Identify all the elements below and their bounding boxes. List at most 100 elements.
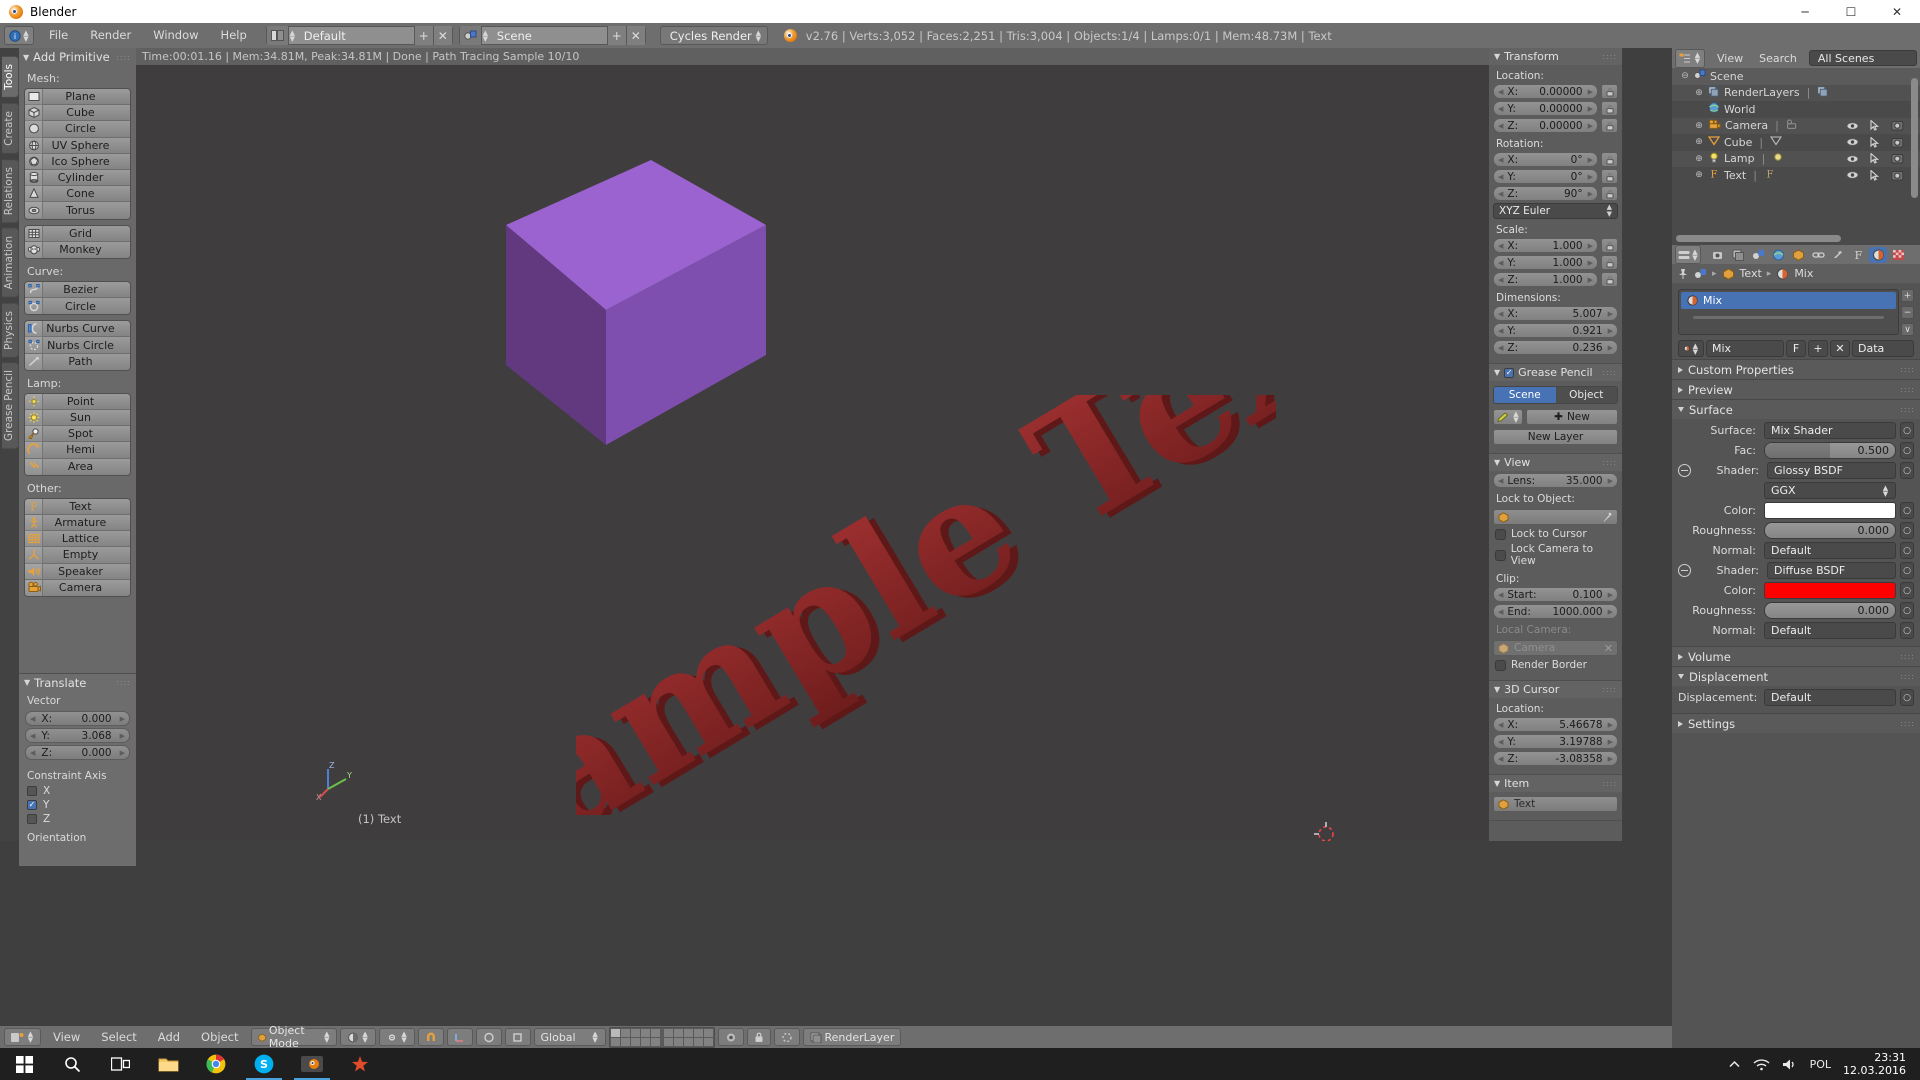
layer-cell[interactable]: [640, 1028, 650, 1037]
scene-layers-grid[interactable]: [608, 1026, 715, 1048]
gp-tab-object[interactable]: Object: [1555, 387, 1617, 403]
link-socket-button[interactable]: ○: [1900, 502, 1914, 519]
increment-arrow-icon[interactable]: ▶: [120, 732, 125, 740]
outliner-row-cube[interactable]: ⊕ Cube |: [1672, 134, 1920, 151]
checkbox-icon[interactable]: [1495, 549, 1506, 561]
editor-type-selector[interactable]: i ▲ ▼: [4, 26, 34, 45]
preview-header[interactable]: Preview ::::: [1672, 380, 1920, 399]
render-engine-dropdown[interactable]: Cycles Render ▲ ▼: [659, 26, 768, 45]
lock-toggle-button[interactable]: [1601, 118, 1618, 133]
clip-start-field[interactable]: ◀ Start: 0.100 ▶: [1493, 587, 1618, 602]
add-cube-button[interactable]: Cube: [25, 104, 130, 122]
tab-material[interactable]: [1869, 246, 1887, 263]
outliner-row-camera[interactable]: ⊕ Camera |: [1672, 117, 1920, 134]
tool-tab-grease-pencil[interactable]: Grease Pencil: [2, 362, 19, 450]
link-socket-button[interactable]: ○: [1900, 462, 1914, 479]
tab-font[interactable]: F: [1849, 247, 1867, 263]
grease-pencil-panel-header[interactable]: ▼ Grease Pencil ::::: [1489, 364, 1622, 381]
task-view-button[interactable]: [96, 1048, 144, 1080]
render-camera-icon[interactable]: [1891, 153, 1904, 164]
link-socket-button[interactable]: ○: [1900, 602, 1914, 619]
add-scene-button[interactable]: +: [606, 26, 626, 45]
add-lattice-button[interactable]: Lattice: [25, 530, 130, 548]
footer-menu-add[interactable]: Add: [149, 1028, 189, 1046]
add-sun-button[interactable]: Sun: [25, 409, 130, 427]
eye-icon[interactable]: [1846, 154, 1859, 164]
add-cylinder-button[interactable]: Cylinder: [25, 169, 130, 187]
gp-browse-button[interactable]: ▲ ▼: [1493, 409, 1523, 425]
add-torus-button[interactable]: Torus: [25, 202, 130, 219]
add-nurbs-curve-button[interactable]: Nurbs Curve: [25, 321, 130, 338]
increment-arrow-icon[interactable]: ▶: [1588, 190, 1593, 198]
menu-render[interactable]: Render: [79, 26, 142, 45]
link-socket-button[interactable]: ○: [1900, 562, 1914, 579]
add-grid-button[interactable]: Grid: [25, 225, 130, 242]
chrome-task[interactable]: [192, 1048, 240, 1080]
outliner-row-text[interactable]: ⊕ F Text | F: [1672, 167, 1920, 184]
clip-end-field[interactable]: ◀ End: 1000.000 ▶: [1493, 604, 1618, 619]
custom-properties-header[interactable]: Custom Properties ::::: [1672, 360, 1920, 379]
link-socket-button[interactable]: ○: [1900, 689, 1914, 706]
delete-scene-button[interactable]: ✕: [625, 26, 645, 45]
layer-cell[interactable]: [620, 1028, 630, 1037]
transform-orientation-dropdown[interactable]: Global ▲ ▼: [533, 1028, 606, 1046]
collapse-shader1-icon[interactable]: [1678, 464, 1691, 477]
add-cone-button[interactable]: Cone: [25, 185, 130, 203]
layer-cell[interactable]: [673, 1028, 683, 1037]
diffuse-normal-dropdown[interactable]: Default: [1764, 622, 1896, 639]
cursor-arrow-icon[interactable]: [1870, 169, 1880, 181]
rotation-x-field[interactable]: ◀ X: 0° ▶: [1493, 152, 1618, 167]
menu-help[interactable]: Help: [210, 26, 258, 45]
remove-material-slot-button[interactable]: −: [1901, 306, 1914, 319]
expand-toggle-icon[interactable]: ⊕: [1694, 121, 1704, 131]
new-material-button[interactable]: +: [1808, 340, 1828, 357]
grease-pencil-checkbox[interactable]: [1504, 367, 1515, 378]
tab-scene[interactable]: [1749, 247, 1767, 263]
layer-cell[interactable]: [683, 1037, 693, 1046]
settings-header[interactable]: Settings ::::: [1672, 714, 1920, 733]
layer-cell[interactable]: [673, 1037, 683, 1046]
volume-icon[interactable]: [1782, 1058, 1798, 1071]
eye-icon[interactable]: [1846, 137, 1859, 147]
increment-arrow-icon[interactable]: ▶: [1588, 276, 1593, 284]
scene-datablock[interactable]: ▲ ▼ Scene + ✕: [458, 26, 646, 45]
clock[interactable]: 23:31 12.03.2016: [1843, 1051, 1906, 1077]
increment-arrow-icon[interactable]: ▶: [1588, 122, 1593, 130]
lock-toggle-button[interactable]: [1601, 255, 1618, 270]
eyedropper-icon[interactable]: [1602, 512, 1613, 523]
add-plane-button[interactable]: Plane: [25, 88, 130, 106]
lock-scene-button[interactable]: [746, 1028, 771, 1046]
cursor-arrow-icon[interactable]: [1870, 120, 1880, 131]
scale-x-field[interactable]: ◀ X: 1.000 ▶: [1493, 238, 1618, 253]
cursor-z-field[interactable]: ◀ Z: -3.08358 ▶: [1493, 751, 1618, 766]
checkbox-icon[interactable]: [27, 800, 37, 810]
increment-arrow-icon[interactable]: ▶: [1608, 738, 1613, 746]
location-x-field[interactable]: ◀ X: 0.00000 ▶: [1493, 84, 1618, 99]
increment-arrow-icon[interactable]: ▶: [1588, 242, 1593, 250]
lock-toggle-button[interactable]: [1601, 272, 1618, 287]
location-z-field[interactable]: ◀ Z: 0.00000 ▶: [1493, 118, 1618, 133]
minimize-button[interactable]: ─: [1782, 0, 1828, 23]
breadcrumb-object[interactable]: Text: [1740, 267, 1762, 280]
layer-cell[interactable]: [663, 1037, 673, 1046]
layer-cell[interactable]: [610, 1028, 620, 1037]
close-button[interactable]: ✕: [1874, 0, 1920, 23]
tool-tab-tools[interactable]: Tools: [2, 56, 19, 98]
increment-arrow-icon[interactable]: ▶: [1608, 608, 1613, 616]
local-camera-field[interactable]: Camera ✕: [1493, 640, 1618, 656]
increment-arrow-icon[interactable]: ▶: [1588, 173, 1593, 181]
pin-icon[interactable]: [1677, 268, 1689, 280]
tool-tab-create[interactable]: Create: [2, 102, 19, 154]
link-socket-button[interactable]: ○: [1900, 522, 1914, 539]
link-socket-button[interactable]: ○: [1900, 442, 1914, 459]
layer-cell[interactable]: [683, 1028, 693, 1037]
translate-panel-header[interactable]: ▼ Translate ::::: [19, 674, 136, 691]
outliner-data-icon[interactable]: [1786, 119, 1799, 133]
add-speaker-button[interactable]: Speaker: [25, 563, 130, 580]
lock-to-object-field[interactable]: [1493, 509, 1618, 525]
slot-specials-button[interactable]: ∨: [1901, 323, 1914, 336]
increment-arrow-icon[interactable]: ▶: [1608, 310, 1613, 318]
scale-manipulator-button[interactable]: [504, 1028, 531, 1046]
gp-tab-scene[interactable]: Scene: [1494, 387, 1556, 403]
browse-material-button[interactable]: ▲ ▼: [1678, 340, 1704, 357]
